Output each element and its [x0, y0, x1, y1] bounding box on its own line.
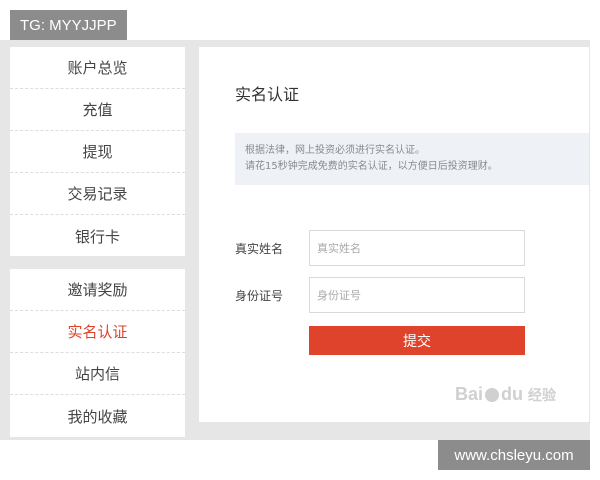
sidebar-item-real-name-auth[interactable]: 实名认证: [10, 311, 185, 353]
form-row-name: 真实姓名: [235, 230, 525, 266]
baidu-text-2: du: [501, 384, 524, 404]
notice-line-2: 请花15秒钟完成免费的实名认证，以方便日后投资理财。: [245, 161, 498, 172]
main-content: 实名认证 根据法律，网上投资必须进行实名认证。 请花15秒钟完成免费的实名认证，…: [199, 47, 589, 422]
sidebar-item-messages[interactable]: 站内信: [10, 353, 185, 395]
paw-icon: [485, 388, 500, 403]
id-label: 身份证号: [235, 288, 284, 303]
id-number-input[interactable]: [309, 277, 525, 313]
sidebar-group-services: 邀请奖励 实名认证 站内信 我的收藏: [10, 269, 185, 437]
sidebar-item-account-overview[interactable]: 账户总览: [10, 47, 185, 89]
baidu-text: Bai: [455, 384, 484, 404]
sidebar-group-account: 账户总览 充值 提现 交易记录 银行卡: [10, 47, 185, 256]
baidu-cn-text: 经验: [528, 387, 557, 403]
real-name-input[interactable]: [309, 230, 525, 266]
watermark-bottom: www.chsleyu.com: [438, 440, 590, 470]
sidebar-item-transactions[interactable]: 交易记录: [10, 173, 185, 215]
sidebar-item-bank-card[interactable]: 银行卡: [10, 215, 185, 257]
sidebar-item-favorites[interactable]: 我的收藏: [10, 395, 185, 437]
page-title: 实名认证: [235, 85, 300, 104]
name-label: 真实姓名: [235, 241, 284, 256]
notice-box: 根据法律，网上投资必须进行实名认证。 请花15秒钟完成免费的实名认证，以方便日后…: [235, 133, 589, 185]
sidebar-item-invite-reward[interactable]: 邀请奖励: [10, 269, 185, 311]
watermark-top: TG: MYYJJPP: [10, 10, 127, 40]
baidu-watermark: Bai du 经验: [455, 384, 556, 405]
submit-button[interactable]: 提交: [309, 326, 525, 355]
sidebar-item-recharge[interactable]: 充值: [10, 89, 185, 131]
notice-line-1: 根据法律，网上投资必须进行实名认证。: [245, 145, 425, 156]
sidebar: 账户总览 充值 提现 交易记录 银行卡 邀请奖励 实名认证 站内信 我的收藏: [10, 47, 185, 437]
sidebar-item-withdraw[interactable]: 提现: [10, 131, 185, 173]
form-row-id: 身份证号: [235, 277, 525, 313]
